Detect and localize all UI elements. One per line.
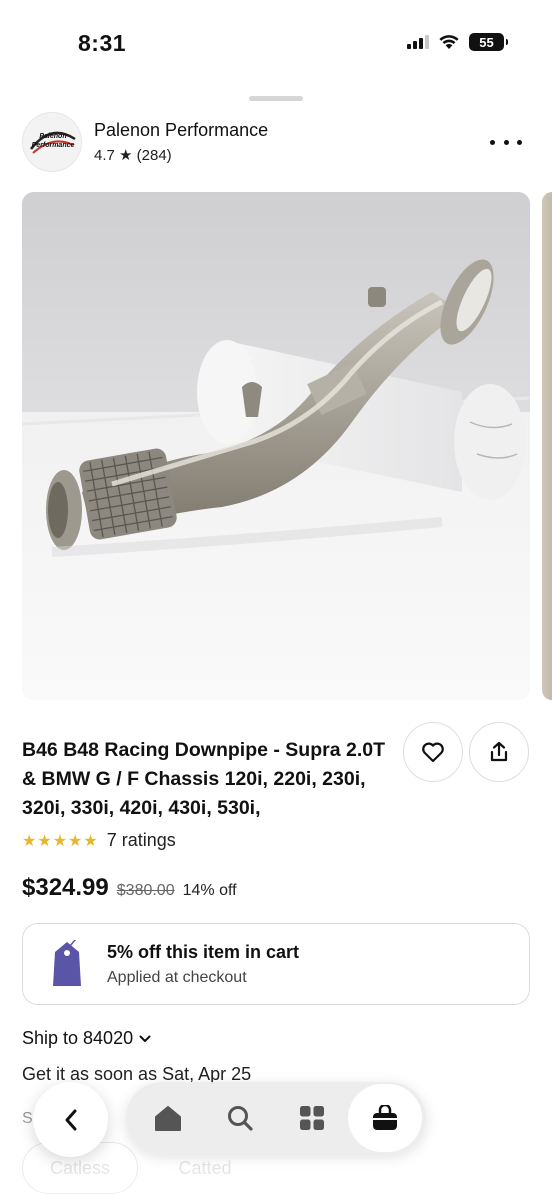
- nav-categories-button[interactable]: [286, 1092, 338, 1144]
- categories-icon: [300, 1106, 324, 1130]
- ratings-row[interactable]: ★★★★★ 7 ratings: [22, 830, 176, 851]
- promo-title: 5% off this item in cart: [107, 942, 300, 962]
- logo-text-top: Palenon: [39, 133, 66, 140]
- wifi-icon: [439, 35, 459, 49]
- nav-search-button[interactable]: [214, 1092, 266, 1144]
- bottom-nav: [126, 1082, 426, 1154]
- shop-header: Palenon Performance Palenon Performance …: [22, 112, 530, 172]
- promo-subtitle: Applied at checkout: [107, 969, 247, 986]
- heart-icon: [422, 742, 444, 763]
- favorite-button[interactable]: [403, 722, 463, 782]
- logo-text-bottom: Performance: [32, 142, 75, 149]
- cellular-signal-icon: [407, 35, 429, 49]
- ship-to-label: Ship to 84020: [22, 1028, 134, 1048]
- promo-card: 5% off this item in cart Applied at chec…: [22, 923, 530, 1005]
- next-image-peek[interactable]: [542, 192, 552, 700]
- price-tag-icon: [53, 940, 81, 986]
- search-icon: [228, 1106, 253, 1131]
- shop-logo-art: Palenon Performance: [30, 131, 76, 154]
- more-horizontal-icon[interactable]: [490, 132, 522, 152]
- price-row: $324.99 $380.00 14% off: [22, 874, 237, 902]
- product-title: B46 B48 Racing Downpipe - Supra 2.0T & B…: [22, 739, 385, 819]
- ship-to-button[interactable]: Ship to 84020: [22, 1028, 151, 1049]
- sheet-grabber[interactable]: [249, 96, 303, 101]
- cart-icon: [373, 1105, 397, 1130]
- chevron-left-icon: [65, 1109, 76, 1130]
- ratings-count: 7 ratings: [106, 830, 176, 850]
- status-bar: 8:31 55: [0, 0, 552, 90]
- shop-rating: 4.7 ★ (284): [94, 147, 172, 164]
- product-photo-art: [22, 192, 530, 700]
- nav-cart-button[interactable]: [348, 1084, 422, 1152]
- status-icons: 55: [407, 33, 508, 51]
- shop-logo[interactable]: Palenon Performance: [22, 112, 82, 172]
- star-rating-icon: ★★★★★: [22, 832, 99, 850]
- chevron-down-icon: [139, 1035, 151, 1042]
- status-time: 8:31: [78, 30, 127, 56]
- share-button[interactable]: [469, 722, 529, 782]
- stainless-steel-downpipe-photo[interactable]: [22, 192, 530, 700]
- nav-home-button[interactable]: [142, 1092, 194, 1144]
- current-price: $324.99: [22, 874, 109, 901]
- home-icon: [155, 1106, 181, 1131]
- battery-icon: 55: [469, 33, 508, 51]
- share-icon: [490, 741, 508, 762]
- back-button[interactable]: [33, 1082, 108, 1157]
- shop-name[interactable]: Palenon Performance: [94, 120, 268, 141]
- variant-label: S: [22, 1110, 33, 1127]
- discount-percent: 14% off: [182, 882, 237, 899]
- original-price: $380.00: [116, 882, 175, 899]
